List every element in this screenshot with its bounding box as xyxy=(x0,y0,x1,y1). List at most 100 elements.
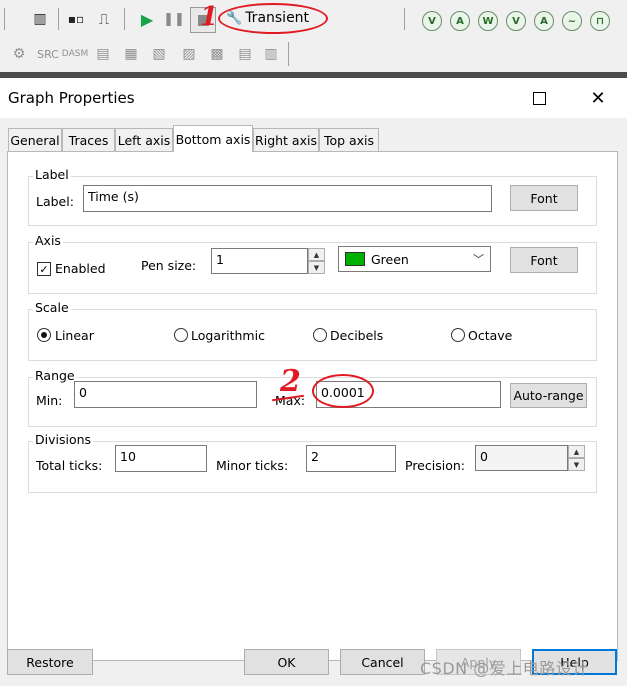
dasm-button[interactable]: DASM xyxy=(62,45,88,63)
power-probe-icon[interactable]: W xyxy=(478,11,498,31)
checkmark-icon: ✓ xyxy=(39,262,49,276)
tab-top-axis[interactable]: Top axis xyxy=(319,128,379,151)
tab-label: General xyxy=(10,132,60,148)
stack-icon[interactable]: ▨ xyxy=(178,45,200,63)
scale-linear-radio[interactable] xyxy=(37,328,51,342)
minor-ticks-input[interactable]: 2 xyxy=(306,445,396,472)
tab-bottom-axis[interactable]: Bottom axis xyxy=(173,125,253,152)
csdn-watermark: CSDN @爱上电路设计 xyxy=(420,659,589,678)
arrow-down-icon: ▼ xyxy=(573,460,580,469)
arrow-up-icon: ▲ xyxy=(313,250,320,259)
range-min-input[interactable]: 0 xyxy=(74,381,257,408)
precision-input[interactable]: 0 xyxy=(475,445,568,471)
range-group-title: Range xyxy=(33,368,77,383)
tab-label: Traces xyxy=(68,132,109,148)
tab-general[interactable]: General xyxy=(8,128,62,151)
annotation-mark-2: 2 xyxy=(280,364,301,399)
close-icon: ✕ xyxy=(590,87,606,109)
settings-icon[interactable]: ⚙ xyxy=(8,45,30,63)
axis-enabled-checkbox[interactable]: ✓ xyxy=(37,262,51,276)
annotation-mark-1: 1 xyxy=(200,2,219,32)
label-field-label: Label: xyxy=(36,194,74,209)
maximize-button[interactable] xyxy=(524,86,554,110)
watch-icon[interactable]: ▧ xyxy=(148,45,170,63)
ok-button[interactable]: OK xyxy=(244,649,329,675)
scale-decibels-label: Decibels xyxy=(330,328,384,343)
toolbar-separator xyxy=(4,8,5,30)
axis-color-select[interactable]: Green ﹀ xyxy=(338,246,491,272)
axis-color-name: Green xyxy=(371,251,409,267)
registers-icon[interactable]: ▤ xyxy=(92,45,114,63)
scale-logarithmic-label: Logarithmic xyxy=(191,328,265,343)
axis-group-title: Axis xyxy=(33,233,63,248)
scale-linear-label: Linear xyxy=(55,328,94,343)
annotation-ellipse-max xyxy=(312,374,374,408)
diff-voltage-probe-icon[interactable]: V xyxy=(506,11,526,31)
label-group-title: Label xyxy=(33,167,71,182)
dialog-title: Graph Properties xyxy=(8,89,135,107)
scale-group-title: Scale xyxy=(33,300,71,315)
tab-label: Left axis xyxy=(117,132,171,148)
graph-properties-dialog: Graph Properties ✕ General Traces Left a… xyxy=(0,78,627,686)
toolbar-separator xyxy=(124,8,125,30)
precision-label: Precision: xyxy=(405,458,465,473)
precision-spin-down[interactable]: ▼ xyxy=(568,458,585,471)
breakpoints-icon[interactable]: ▤ xyxy=(234,45,256,63)
axis-font-button[interactable]: Font xyxy=(510,247,578,273)
arrow-down-icon: ▼ xyxy=(313,263,320,272)
total-ticks-label: Total ticks: xyxy=(36,458,103,473)
minor-ticks-label: Minor ticks: xyxy=(216,458,289,473)
tab-label: Top axis xyxy=(323,132,375,148)
bottom-axis-panel: Label Label: Time (s) Font Axis ✓ Enable… xyxy=(7,151,618,661)
pen-size-spin-up[interactable]: ▲ xyxy=(308,248,325,261)
src-button[interactable]: SRC xyxy=(36,45,60,63)
pulse-probe-icon[interactable]: ⊓ xyxy=(590,11,610,31)
maximize-icon xyxy=(532,91,546,105)
current-probe-icon[interactable]: A xyxy=(450,11,470,31)
pen-size-spin-down[interactable]: ▼ xyxy=(308,261,325,274)
color-swatch xyxy=(345,252,365,266)
simulator-toolbar: ▥ ▪▫ ⎍ ▶ ❚❚ 🔧 Transient 1 V A W V A ~ ⊓ … xyxy=(0,0,627,72)
range-min-label: Min: xyxy=(36,393,63,408)
toolbar-separator xyxy=(404,8,405,30)
close-button[interactable]: ✕ xyxy=(583,86,613,110)
pause-icon[interactable]: ❚❚ xyxy=(163,9,185,29)
label-text-input[interactable]: Time (s) xyxy=(83,185,492,212)
tab-label: Right axis xyxy=(255,132,317,148)
step-waveform-icon[interactable]: ⎍ xyxy=(95,9,113,29)
trace-icon[interactable]: ▥ xyxy=(260,45,282,63)
toolbar-separator xyxy=(288,42,289,66)
variables-icon[interactable]: ▩ xyxy=(206,45,228,63)
tab-traces[interactable]: Traces xyxy=(62,128,115,151)
scale-logarithmic-radio[interactable] xyxy=(174,328,188,342)
arrow-up-icon: ▲ xyxy=(573,447,580,456)
precision-spin-up[interactable]: ▲ xyxy=(568,445,585,458)
scale-decibels-radio[interactable] xyxy=(313,328,327,342)
voltage-probe-icon[interactable]: V xyxy=(422,11,442,31)
annotation-ellipse-transient xyxy=(218,3,328,34)
tab-right-axis[interactable]: Right axis xyxy=(253,128,319,151)
divisions-group-title: Divisions xyxy=(33,432,94,447)
probe-icon[interactable]: ▪▫ xyxy=(66,9,86,29)
pen-size-input[interactable]: 1 xyxy=(211,248,308,274)
dialog-titlebar: Graph Properties ✕ xyxy=(0,78,627,118)
toolbar-row-1: ▥ ▪▫ ⎍ ▶ ❚❚ 🔧 Transient 1 V A W V A ~ ⊓ xyxy=(0,0,627,39)
toolbar-row-2: ⚙ SRC DASM ▤ ▦ ▧ ▨ ▩ ▤ ▥ xyxy=(0,38,627,72)
chevron-down-icon: ﹀ xyxy=(473,253,484,266)
label-font-button[interactable]: Font xyxy=(510,185,578,211)
tab-label: Bottom axis xyxy=(175,131,251,147)
run-icon[interactable]: ▶ xyxy=(138,9,156,29)
toolbar-separator xyxy=(58,8,59,30)
scale-octave-label: Octave xyxy=(468,328,513,343)
restore-button[interactable]: Restore xyxy=(7,649,93,675)
wave-probe-icon[interactable]: ~ xyxy=(562,11,582,31)
component-icon[interactable]: ▥ xyxy=(31,9,49,29)
auto-range-button[interactable]: Auto-range xyxy=(510,383,587,408)
cancel-button[interactable]: Cancel xyxy=(340,649,425,675)
diff-current-probe-icon[interactable]: A xyxy=(534,11,554,31)
total-ticks-input[interactable]: 10 xyxy=(115,445,207,472)
tab-left-axis[interactable]: Left axis xyxy=(115,128,173,151)
scale-octave-radio[interactable] xyxy=(451,328,465,342)
pen-size-label: Pen size: xyxy=(141,258,197,273)
memory-icon[interactable]: ▦ xyxy=(120,45,142,63)
